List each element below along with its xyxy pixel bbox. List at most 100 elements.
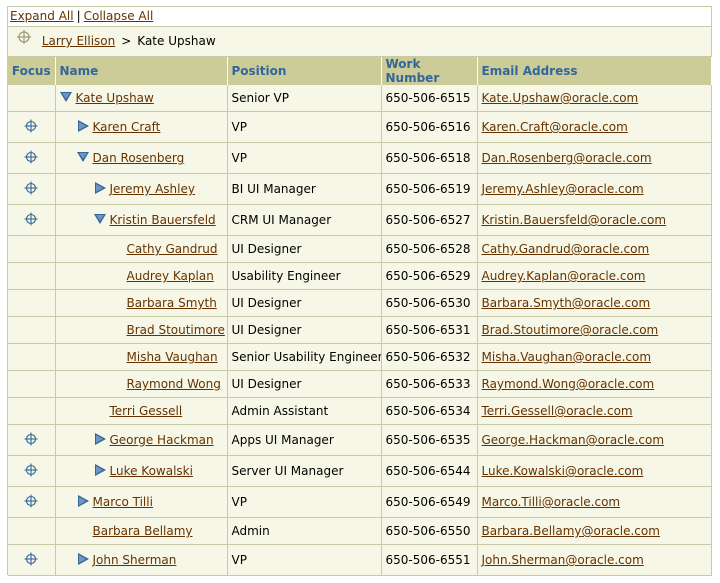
name-cell: Jeremy Ashley xyxy=(55,173,228,205)
employee-name-link[interactable]: Jeremy Ashley xyxy=(110,182,195,196)
employee-name-link[interactable]: Barbara Bellamy xyxy=(93,524,193,538)
focus-crosshair-icon[interactable] xyxy=(24,119,38,136)
column-header-focus: Focus xyxy=(8,57,56,85)
email-cell: Karen.Craft@oracle.com xyxy=(477,111,712,143)
table-row: George Hackman Apps UI Manager 650-506-653… xyxy=(8,424,712,456)
email-link[interactable]: Barbara.Bellamy@oracle.com xyxy=(482,524,660,538)
collapse-all-link[interactable]: Collapse All xyxy=(84,9,154,23)
focus-cell xyxy=(8,370,56,398)
employee-name-link[interactable]: Kate Upshaw xyxy=(76,91,154,105)
email-cell: Marco.Tilli@oracle.com xyxy=(477,486,712,518)
work-number-cell: 650-506-6518 xyxy=(381,142,478,174)
employee-name-link[interactable]: Marco Tilli xyxy=(93,495,153,509)
triangle-right-icon[interactable] xyxy=(76,120,90,132)
name-cell: Dan Rosenberg xyxy=(55,142,228,174)
email-cell: Brad.Stoutimore@oracle.com xyxy=(477,316,712,344)
position-cell: UI Designer xyxy=(227,235,382,263)
email-link[interactable]: Audrey.Kaplan@oracle.com xyxy=(482,269,646,283)
email-cell: Raymond.Wong@oracle.com xyxy=(477,370,712,398)
breadcrumb-root-link[interactable]: Larry Ellison xyxy=(42,34,115,48)
focus-crosshair-icon[interactable] xyxy=(24,150,38,167)
triangle-down-icon[interactable] xyxy=(59,91,73,103)
focus-crosshair-icon[interactable] xyxy=(24,463,38,480)
employee-name-link[interactable]: Audrey Kaplan xyxy=(127,269,214,283)
table-row: Brad Stoutimore UI Designer 650-506-6531 Br… xyxy=(8,316,712,344)
employee-name-link[interactable]: Dan Rosenberg xyxy=(93,151,185,165)
triangle-down-icon[interactable] xyxy=(93,213,107,225)
employee-name-link[interactable]: George Hackman xyxy=(110,433,214,447)
email-cell: Dan.Rosenberg@oracle.com xyxy=(477,142,712,174)
column-header-work-number: Work Number xyxy=(381,57,478,85)
employee-name-link[interactable]: Luke Kowalski xyxy=(110,464,193,478)
focus-crosshair-icon[interactable] xyxy=(24,212,38,229)
triangle-right-icon[interactable] xyxy=(76,553,90,565)
column-header-email: Email Address xyxy=(477,57,712,85)
email-link[interactable]: Misha.Vaughan@oracle.com xyxy=(482,350,652,364)
focus-cell xyxy=(8,262,56,290)
focus-cell xyxy=(8,455,56,487)
name-cell: Marco Tilli xyxy=(55,486,228,518)
focus-cell xyxy=(8,424,56,456)
table-row: Barbara Bellamy Admin 650-506-6550 Barbara.… xyxy=(8,517,712,545)
email-link[interactable]: Terri.Gessell@oracle.com xyxy=(482,404,633,418)
email-link[interactable]: Raymond.Wong@oracle.com xyxy=(482,377,655,391)
email-link[interactable]: Barbara.Smyth@oracle.com xyxy=(482,296,651,310)
employee-name-link[interactable]: Misha Vaughan xyxy=(127,350,218,364)
focus-cell xyxy=(8,204,56,236)
focus-cell xyxy=(8,111,56,143)
triangle-right-icon[interactable] xyxy=(93,433,107,445)
employee-name-link[interactable]: Cathy Gandrud xyxy=(127,242,218,256)
name-cell: Barbara Bellamy xyxy=(55,517,228,545)
focus-cell xyxy=(8,173,56,205)
focus-crosshair-icon[interactable] xyxy=(24,432,38,449)
table-body: Kate Upshaw Senior VP 650-506-6515 Kate.Ups… xyxy=(8,85,712,576)
name-cell: George Hackman xyxy=(55,424,228,456)
focus-cell xyxy=(8,397,56,425)
email-link[interactable]: Karen.Craft@oracle.com xyxy=(482,120,628,134)
email-cell: Barbara.Bellamy@oracle.com xyxy=(477,517,712,545)
focus-crosshair-icon[interactable] xyxy=(24,552,38,569)
triangle-right-icon[interactable] xyxy=(93,182,107,194)
work-number-cell: 650-506-6549 xyxy=(381,486,478,518)
focus-cell xyxy=(8,517,56,545)
email-link[interactable]: Kate.Upshaw@oracle.com xyxy=(482,91,639,105)
name-cell: Cathy Gandrud xyxy=(55,235,228,263)
focus-crosshair-icon[interactable] xyxy=(24,494,38,511)
expand-all-link[interactable]: Expand All xyxy=(10,9,74,23)
employee-name-link[interactable]: Raymond Wong xyxy=(127,377,221,391)
email-link[interactable]: Marco.Tilli@oracle.com xyxy=(482,495,621,509)
focus-crosshair-icon xyxy=(16,27,32,56)
employee-name-link[interactable]: Karen Craft xyxy=(93,120,161,134)
email-link[interactable]: Kristin.Bauersfeld@oracle.com xyxy=(482,213,667,227)
employee-name-link[interactable]: Terri Gessell xyxy=(110,404,183,418)
focus-cell xyxy=(8,486,56,518)
employee-name-link[interactable]: Barbara Smyth xyxy=(127,296,217,310)
triangle-right-icon[interactable] xyxy=(76,495,90,507)
focus-crosshair-icon[interactable] xyxy=(24,181,38,198)
email-link[interactable]: Cathy.Gandrud@oracle.com xyxy=(482,242,650,256)
name-cell: Kristin Bauersfeld xyxy=(55,204,228,236)
focus-cell xyxy=(8,142,56,174)
name-cell: Barbara Smyth xyxy=(55,289,228,317)
work-number-cell: 650-506-6535 xyxy=(381,424,478,456)
table-row: Misha Vaughan Senior Usability Engineer 65… xyxy=(8,343,712,371)
employee-name-link[interactable]: John Sherman xyxy=(93,553,177,567)
email-link[interactable]: Luke.Kowalski@oracle.com xyxy=(482,464,644,478)
email-link[interactable]: George.Hackman@oracle.com xyxy=(482,433,665,447)
name-cell: Kate Upshaw xyxy=(55,85,228,112)
name-cell: Raymond Wong xyxy=(55,370,228,398)
email-link[interactable]: Dan.Rosenberg@oracle.com xyxy=(482,151,652,165)
triangle-right-icon[interactable] xyxy=(93,464,107,476)
employee-name-link[interactable]: Kristin Bauersfeld xyxy=(110,213,216,227)
email-link[interactable]: John.Sherman@oracle.com xyxy=(482,553,644,567)
triangle-down-icon[interactable] xyxy=(76,151,90,163)
table-row: Raymond Wong UI Designer 650-506-6533 Raymo… xyxy=(8,370,712,398)
table-row: Kristin Bauersfeld CRM UI Manager 650-506-… xyxy=(8,204,712,236)
focus-cell xyxy=(8,85,56,112)
email-link[interactable]: Brad.Stoutimore@oracle.com xyxy=(482,323,659,337)
email-link[interactable]: Jeremy.Ashley@oracle.com xyxy=(482,182,644,196)
work-number-cell: 650-506-6532 xyxy=(381,343,478,371)
employee-name-link[interactable]: Brad Stoutimore xyxy=(127,323,225,337)
hierarchy-panel: Expand All | Collapse All Larry Ellison > Ka… xyxy=(7,6,712,576)
work-number-cell: 650-506-6519 xyxy=(381,173,478,205)
